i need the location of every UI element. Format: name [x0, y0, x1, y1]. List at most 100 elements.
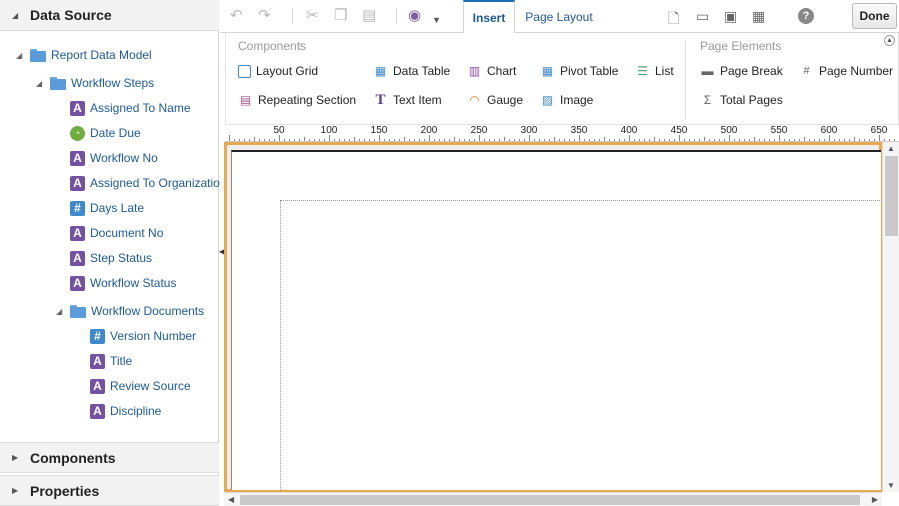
text-field-icon: A	[70, 225, 85, 241]
save-as-icon[interactable]: ▦	[752, 8, 765, 25]
ruler-tick	[384, 139, 385, 141]
data-table-icon: ▦	[374, 64, 387, 78]
data-source-header[interactable]: ◢ Data Source	[0, 0, 219, 31]
tree-field[interactable]: # Version Number	[90, 326, 196, 346]
tree-folder[interactable]: ◢ Workflow Steps	[36, 73, 154, 93]
horizontal-scrollbar[interactable]: ◀ ▶	[224, 492, 882, 506]
expand-triangle-icon[interactable]: ◢	[56, 307, 70, 316]
tree-field[interactable]: A Assigned To Organizatio	[70, 173, 220, 193]
ruler-tick	[454, 137, 455, 141]
tree-folder[interactable]: ◢ Workflow Documents	[56, 301, 204, 321]
page-break-icon: ▬	[701, 64, 714, 78]
done-button[interactable]: Done	[852, 3, 897, 29]
collapse-ribbon-icon[interactable]: ▲	[884, 35, 895, 46]
preview-icon[interactable]: ◉	[408, 8, 421, 24]
ruler-tick	[364, 139, 365, 141]
chart-button[interactable]: ▥ Chart	[467, 62, 517, 80]
open-icon[interactable]: ▭	[696, 8, 709, 25]
expand-triangle-icon[interactable]: ◢	[16, 51, 30, 60]
layout-canvas[interactable]	[224, 142, 890, 500]
scroll-up-icon[interactable]: ▲	[887, 144, 895, 153]
ruler-tick	[714, 139, 715, 141]
tree-folder[interactable]: ◢ Report Data Model	[16, 45, 152, 65]
ruler-tick	[709, 139, 710, 141]
copy-icon[interactable]: ❐	[334, 8, 347, 24]
page-number-icon: #	[803, 65, 810, 77]
ruler-tick	[789, 139, 790, 141]
ruler-tick	[744, 139, 745, 141]
cut-icon[interactable]: ✂	[306, 8, 319, 24]
tree-field[interactable]: A Review Source	[90, 376, 191, 396]
ruler-tick	[814, 139, 815, 141]
image-label: Image	[560, 93, 594, 107]
ruler-tick	[614, 139, 615, 141]
ruler-tick	[359, 139, 360, 141]
tree-field[interactable]: ◔ Date Due	[70, 123, 141, 143]
ruler-tick	[649, 139, 650, 141]
report-page[interactable]	[231, 150, 890, 500]
pivot-table-button[interactable]: ▦ Pivot Table	[540, 62, 619, 80]
total-pages-button[interactable]: Σ Total Pages	[700, 91, 783, 109]
tree-field[interactable]: # Days Late	[70, 198, 144, 218]
components-header[interactable]: ▶ Components	[0, 442, 219, 473]
layout-grid-button[interactable]: Layout Grid	[238, 62, 318, 80]
ruler-tick	[809, 139, 810, 141]
ruler-tick	[879, 135, 880, 141]
save-icon[interactable]: ▣	[724, 8, 737, 25]
ruler-tick	[889, 139, 890, 141]
help-icon[interactable]: ?	[798, 8, 814, 24]
horizontal-scroll-thumb[interactable]	[240, 495, 860, 505]
ruler-tick	[694, 139, 695, 141]
ruler-tick	[534, 139, 535, 141]
tab-page-layout[interactable]: Page Layout	[518, 0, 600, 33]
scroll-left-icon[interactable]: ◀	[228, 495, 234, 504]
page-break-button[interactable]: ▬ Page Break	[700, 62, 783, 80]
properties-header[interactable]: ▶ Properties	[0, 475, 219, 506]
page-number-button[interactable]: # Page Number	[799, 62, 893, 80]
expand-triangle-icon[interactable]: ▶	[12, 486, 30, 495]
tree-field[interactable]: A Discipline	[90, 401, 161, 421]
repeating-section-button[interactable]: ▤ Repeating Section	[238, 91, 356, 109]
tree-field[interactable]: A Document No	[70, 223, 163, 243]
tree-field[interactable]: A Step Status	[70, 248, 152, 268]
ruler-tick	[459, 139, 460, 141]
expand-triangle-icon[interactable]: ◢	[36, 79, 50, 88]
tree-field[interactable]: A Title	[90, 351, 132, 371]
ruler-tick	[444, 139, 445, 141]
chevron-down-icon[interactable]: ▼	[432, 12, 441, 28]
tree-item-label: Workflow Documents	[91, 304, 205, 318]
ruler-tick	[419, 139, 420, 141]
list-label: List	[655, 64, 674, 78]
ruler-tick	[869, 139, 870, 141]
ruler-tick	[734, 139, 735, 141]
ruler-tick	[554, 137, 555, 141]
tab-insert[interactable]: Insert	[463, 0, 515, 34]
ruler-tick	[659, 139, 660, 141]
ruler-tick	[679, 135, 680, 141]
new-layout-icon[interactable]: 🗋	[668, 8, 679, 32]
vertical-scrollbar[interactable]: ▲ ▼	[882, 142, 899, 492]
undo-icon[interactable]: ↶	[230, 8, 243, 24]
list-button[interactable]: ☰ List	[635, 62, 674, 80]
image-button[interactable]: ▨ Image	[540, 91, 594, 109]
folder-icon	[50, 76, 66, 90]
scroll-down-icon[interactable]: ▼	[887, 481, 895, 490]
data-table-button[interactable]: ▦ Data Table	[373, 62, 450, 80]
text-item-button[interactable]: T Text Item	[373, 91, 441, 109]
ruler-tick	[839, 139, 840, 141]
tree-field[interactable]: A Workflow No	[70, 148, 158, 168]
tree-field[interactable]: A Workflow Status	[70, 273, 176, 293]
expand-triangle-icon[interactable]: ▶	[12, 453, 30, 462]
redo-icon[interactable]: ↷	[258, 8, 271, 24]
ruler-tick	[864, 139, 865, 141]
ruler-tick	[284, 139, 285, 141]
collapse-triangle-icon[interactable]: ◢	[12, 11, 30, 20]
tree-field[interactable]: A Assigned To Name	[70, 98, 191, 118]
ruler-tick	[379, 135, 380, 141]
paste-icon[interactable]: ▤	[362, 8, 376, 24]
text-field-icon: A	[70, 275, 85, 291]
top-toolbar: ↶ ↷ ✂ ❐ ▤ ◉ ▼ Insert Page Layout 🗋 ▭ ▣ ▦…	[220, 0, 899, 34]
vertical-scroll-thumb[interactable]	[885, 156, 898, 236]
scroll-right-icon[interactable]: ▶	[872, 495, 878, 504]
gauge-button[interactable]: ◠ Gauge	[467, 91, 523, 109]
